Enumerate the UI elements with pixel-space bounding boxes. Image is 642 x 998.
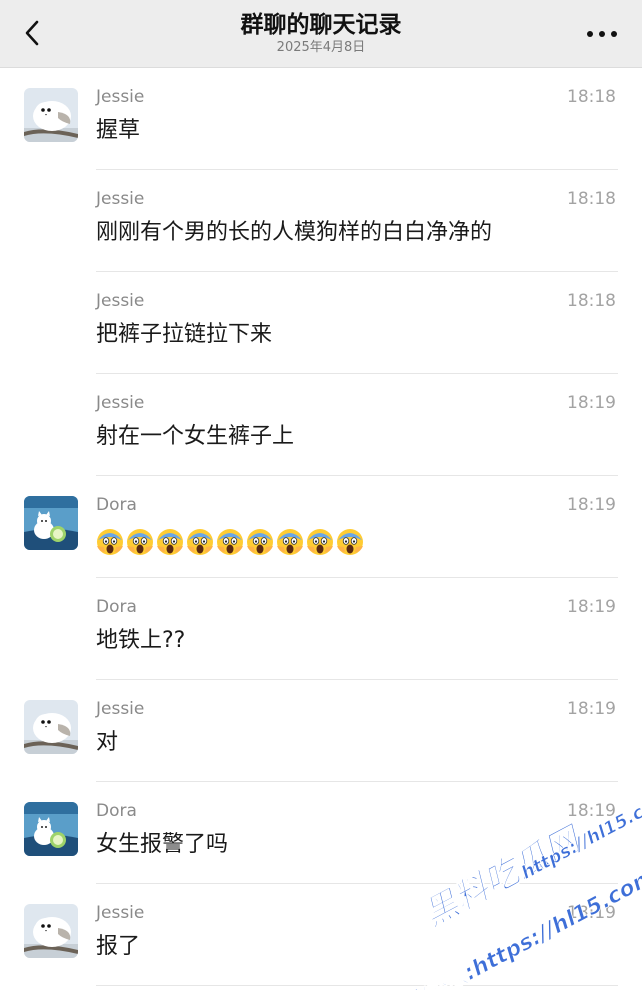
message-time: 18:19	[567, 495, 616, 515]
ellipsis-icon[interactable]	[582, 20, 622, 48]
message-text: 女生报警了吗	[96, 832, 229, 857]
page-title: 群聊的聊天记录	[240, 12, 402, 38]
message-row[interactable]: Jessie 18:19 报了	[0, 884, 642, 986]
sender-name: Jessie	[96, 903, 145, 923]
sender-name: Jessie	[96, 87, 145, 107]
message-row[interactable]: Jessie 18:19 射在一个女生裤子上	[0, 374, 642, 476]
message-text: 握草	[96, 118, 141, 143]
message-row[interactable]: Jessie 18:18 刚刚有个男的长的人模狗样的白白净净的	[0, 170, 642, 272]
sender-name: Jessie	[96, 291, 145, 311]
message-time: 18:18	[567, 291, 616, 311]
message-row[interactable]: Dora 18:19	[0, 476, 642, 578]
message-time: 18:18	[567, 189, 616, 209]
avatar[interactable]	[24, 88, 78, 142]
message-text: 射在一个女生裤子上	[96, 424, 295, 449]
screaming-face-icon	[216, 528, 244, 556]
message-text: 地铁上??	[96, 628, 186, 653]
message-row[interactable]: Jessie 18:19 对	[0, 680, 642, 782]
message-list: Jessie 18:18 握草 Jessie 18:18 刚刚有个男的长的人模狗…	[0, 68, 642, 986]
sender-name: Jessie	[96, 699, 145, 719]
screaming-face-icon	[156, 528, 184, 556]
emoji-row	[96, 528, 364, 556]
sender-name: Dora	[96, 495, 137, 515]
message-time: 18:19	[567, 801, 616, 821]
message-time: 18:18	[567, 87, 616, 107]
screaming-face-icon	[126, 528, 154, 556]
message-row[interactable]: Dora 18:19 女生报警了吗	[0, 782, 642, 884]
page-date: 2025年4月8日	[276, 40, 366, 55]
message-time: 18:19	[567, 597, 616, 617]
message-row[interactable]: Jessie 18:18 握草	[0, 68, 642, 170]
screaming-face-icon	[306, 528, 334, 556]
sender-name: Jessie	[96, 189, 145, 209]
screaming-face-icon	[246, 528, 274, 556]
screaming-face-icon	[336, 528, 364, 556]
screaming-face-icon	[96, 528, 124, 556]
message-text: 把裤子拉链拉下来	[96, 322, 273, 347]
avatar[interactable]	[24, 904, 78, 958]
message-row[interactable]: Dora 18:19 地铁上??	[0, 578, 642, 680]
sender-name: Dora	[96, 801, 137, 821]
screaming-face-icon	[186, 528, 214, 556]
avatar[interactable]	[24, 496, 78, 550]
message-time: 18:19	[567, 903, 616, 923]
sender-name: Dora	[96, 597, 137, 617]
top-bar: 群聊的聊天记录 2025年4月8日	[0, 0, 642, 68]
message-text: 报了	[96, 934, 141, 959]
avatar[interactable]	[24, 802, 78, 856]
sender-name: Jessie	[96, 393, 145, 413]
message-time: 18:19	[567, 393, 616, 413]
message-text: 刚刚有个男的长的人模狗样的白白净净的	[96, 220, 493, 245]
avatar[interactable]	[24, 700, 78, 754]
message-row[interactable]: Jessie 18:18 把裤子拉链拉下来	[0, 272, 642, 374]
message-text: 对	[96, 730, 119, 755]
screaming-face-icon	[276, 528, 304, 556]
message-time: 18:19	[567, 699, 616, 719]
